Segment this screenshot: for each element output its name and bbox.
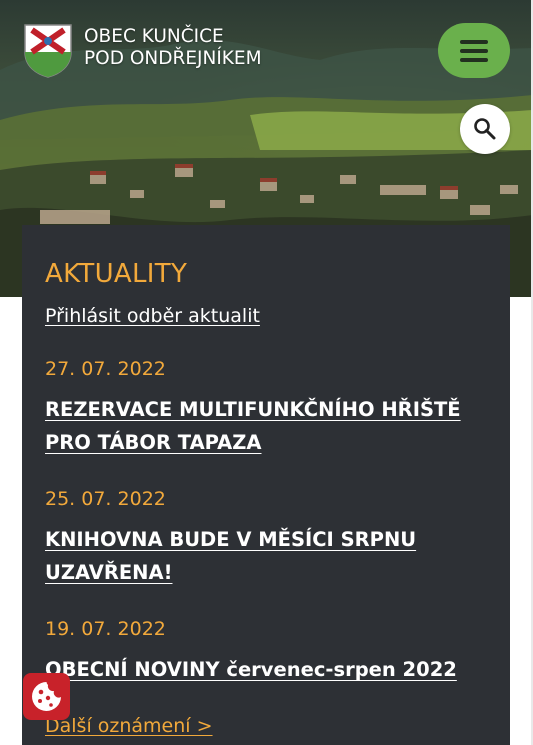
news-title-link[interactable]: OBECNÍ NOVINY červenec-srpen 2022 bbox=[45, 653, 505, 686]
site-title-line1: OBEC KUNČICE bbox=[84, 26, 224, 47]
search-icon bbox=[474, 118, 496, 140]
cookie-icon bbox=[32, 682, 61, 711]
hamburger-menu-icon-bar bbox=[460, 49, 488, 53]
coat-of-arms-icon[interactable] bbox=[22, 22, 74, 78]
news-panel: AKTUALITY Přihlásit odběr aktualit 27. 0… bbox=[22, 225, 510, 745]
site-title-line2: POD ONDŘEJNÍKEM bbox=[84, 48, 262, 69]
news-date: 27. 07. 2022 bbox=[45, 358, 166, 380]
news-heading: AKTUALITY bbox=[45, 259, 188, 289]
hamburger-menu-icon bbox=[460, 40, 488, 44]
hamburger-menu-icon-bar bbox=[460, 58, 488, 62]
news-date: 25. 07. 2022 bbox=[45, 488, 166, 510]
news-title-link[interactable]: REZERVACE MULTIFUNKČNÍHO HŘIŠTĚ PRO TÁBO… bbox=[45, 393, 485, 459]
more-news-link[interactable]: Další oznámení > bbox=[45, 715, 213, 737]
hamburger-menu-button[interactable] bbox=[438, 23, 510, 78]
site-title[interactable]: OBEC KUNČICE POD ONDŘEJNÍKEM bbox=[84, 26, 262, 70]
subscribe-link[interactable]: Přihlásit odběr aktualit bbox=[45, 305, 260, 327]
search-button[interactable] bbox=[460, 104, 510, 154]
cookie-settings-button[interactable] bbox=[23, 673, 70, 720]
news-title-link[interactable]: KNIHOVNA BUDE V MĚSÍCI SRPNU UZAVŘENA! bbox=[45, 523, 485, 589]
news-date: 19. 07. 2022 bbox=[45, 618, 166, 640]
